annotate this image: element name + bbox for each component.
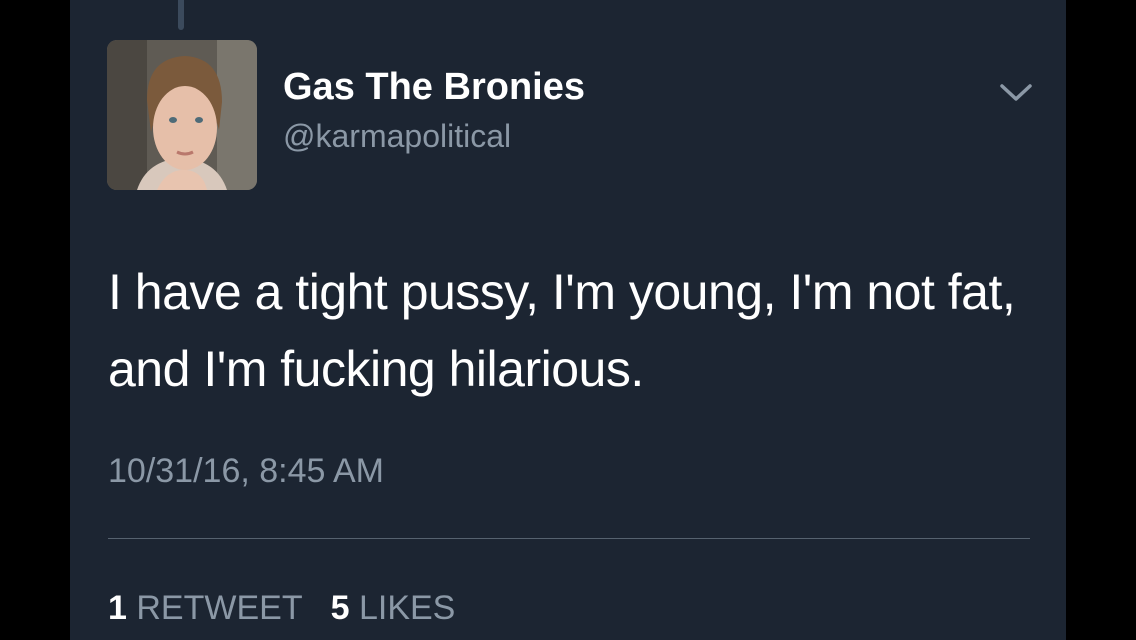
retweet-label: RETWEET [136, 589, 303, 627]
retweet-count: 1 [108, 589, 127, 627]
tweet-timestamp: 10/31/16, 8:45 AM [108, 452, 384, 490]
divider [108, 538, 1030, 539]
likes-label: LIKES [358, 589, 456, 627]
tweet-card: Gas The Bronies @karmapolitical I have a… [70, 0, 1066, 640]
profile-photo-image [107, 40, 257, 190]
avatar[interactable] [107, 40, 257, 190]
retweets-link[interactable]: 1 RETWEET [108, 589, 303, 627]
likes-link[interactable]: 5 LIKES [331, 589, 456, 627]
tweet-text: I have a tight pussy, I'm young, I'm not… [108, 264, 1016, 397]
display-name[interactable]: Gas The Bronies [283, 66, 585, 109]
chevron-down-icon[interactable] [998, 78, 1034, 106]
thread-connector-line [178, 0, 184, 30]
screen: Gas The Bronies @karmapolitical I have a… [0, 0, 1136, 640]
engagement-stats: 1 RETWEET 5 LIKES [108, 589, 455, 628]
like-count: 5 [330, 589, 350, 627]
user-handle[interactable]: @karmapolitical [283, 118, 511, 155]
